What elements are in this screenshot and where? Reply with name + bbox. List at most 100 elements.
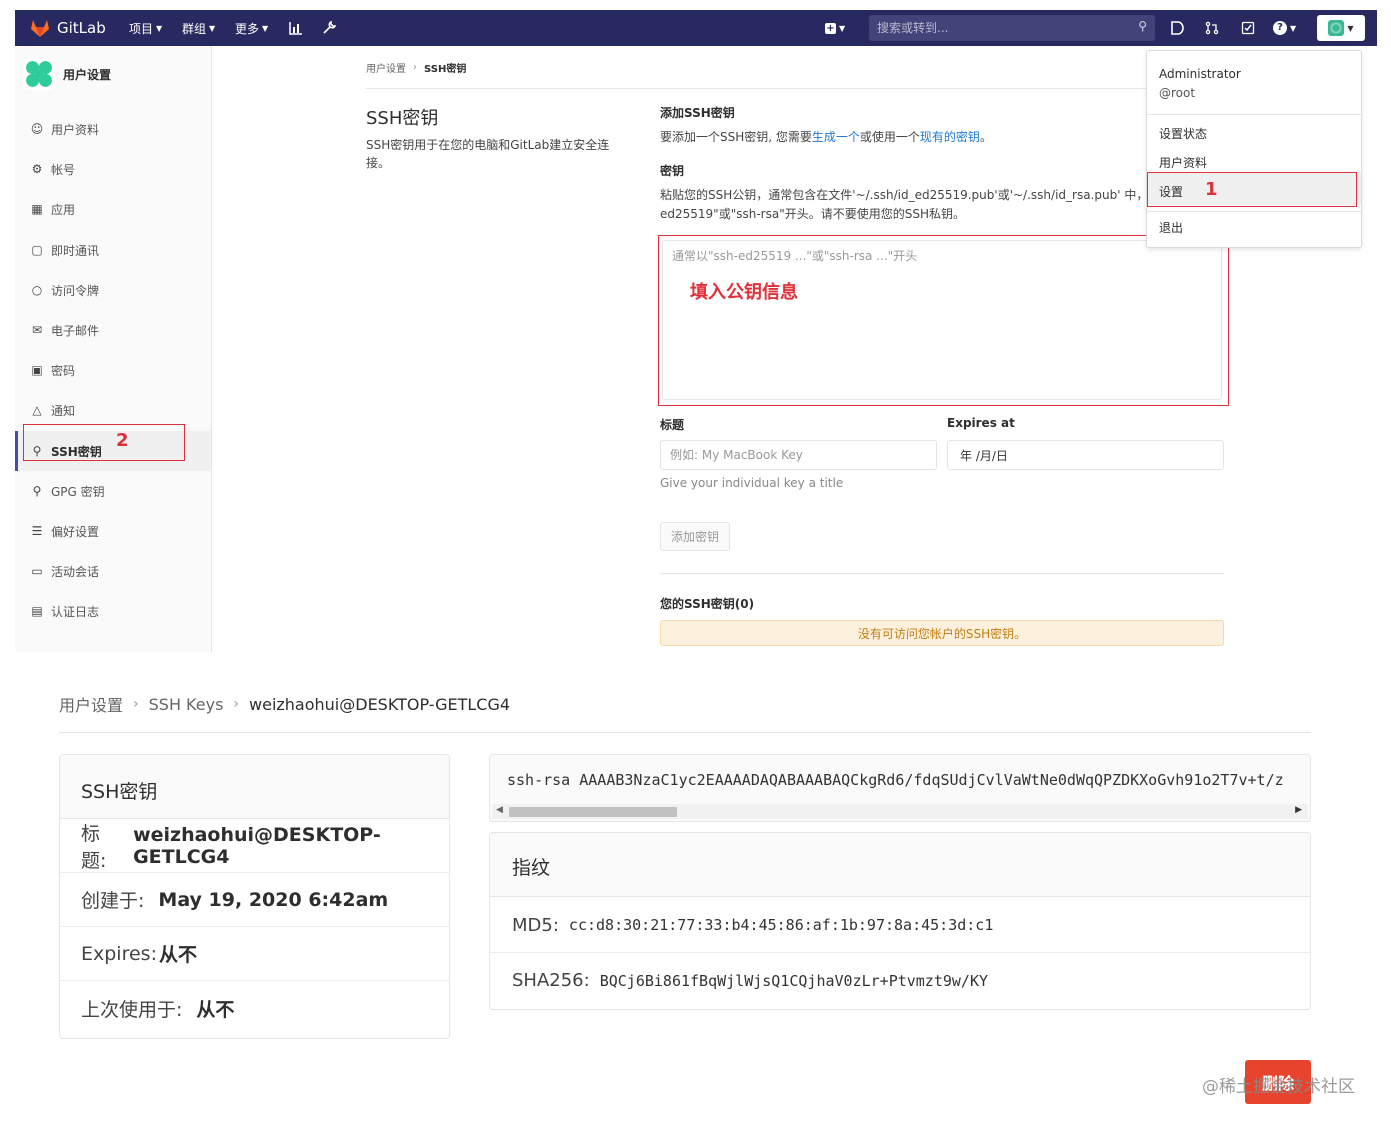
scroll-right-arrow-icon[interactable]: ▶ (1295, 805, 1302, 815)
md5-row: MD5: cc:d8:30:21:77:33:b4:45:86:af:1b:97:… (490, 898, 1310, 953)
expires-date-input[interactable]: 年 /月/日 (947, 440, 1224, 470)
horizontal-scrollbar[interactable]: ◀ ▶ (492, 804, 1308, 819)
sidebar-item-profile[interactable]: ☺ 用户资料 (15, 109, 211, 149)
title-help-text: Give your individual key a title (660, 476, 844, 490)
generate-key-link[interactable]: 生成一个 (812, 130, 860, 144)
breadcrumb-current[interactable]: SSH密钥 (424, 60, 466, 75)
sidebar-item-password[interactable]: ▣ 密码 (15, 350, 211, 390)
key-title-input[interactable] (660, 440, 937, 470)
chevron-right-icon: › (133, 696, 139, 712)
row-label: 标题: (81, 822, 107, 872)
key-icon: ⚲ (32, 484, 42, 498)
nav-groups-label: 群组 (182, 21, 207, 36)
sidebar-header[interactable]: 用户设置 (23, 54, 111, 94)
sidebar-item-tokens[interactable]: ○ 访问令牌 (15, 270, 211, 310)
annotation-box (1147, 172, 1357, 207)
todos-icon[interactable] (1241, 10, 1255, 46)
nav-projects-menu[interactable]: 项目 ▼ (129, 10, 162, 46)
dropdown-item-profile[interactable]: 用户资料 (1159, 154, 1207, 171)
breadcrumb-current[interactable]: weizhaohui@DESKTOP-GETLCG4 (249, 695, 510, 714)
annotation-number: 2 (116, 430, 129, 451)
row-label: SHA256: (512, 970, 590, 991)
sidebar-item-gpg-keys[interactable]: ⚲ GPG 密钥 (15, 471, 211, 511)
key-created-row: 创建于: May 19, 2020 6:42am (60, 873, 449, 927)
chevron-right-icon: › (413, 62, 417, 73)
log-icon: ▤ (31, 604, 43, 618)
existing-key-link[interactable]: 现有的密钥 (920, 130, 980, 144)
watermark: @稀土掘金技术社区 (1202, 1077, 1355, 1097)
public-key-box: ssh-rsa AAAAB3NzaC1yc2EAAAADAQABAAABAQCk… (489, 754, 1311, 822)
bell-icon: △ (32, 403, 42, 417)
breadcrumb-link[interactable]: SSH Keys (149, 695, 224, 714)
mail-icon: ✉ (31, 323, 43, 337)
help-icon: ? (1273, 21, 1287, 35)
sidebar-item-emails[interactable]: ✉ 电子邮件 (15, 310, 211, 350)
new-item-menu[interactable]: + ▼ (825, 10, 845, 46)
key-title-row: 标题: weizhaohui@DESKTOP-GETLCG4 (60, 819, 449, 873)
breadcrumb-link[interactable]: 用户设置 (59, 692, 123, 716)
add-key-button[interactable]: 添加密钥 (660, 522, 730, 551)
add-desc-text: 或使用一个 (859, 130, 920, 144)
key-field-label: 密钥 (660, 164, 685, 178)
breadcrumb-link[interactable]: 用户设置 (366, 60, 406, 75)
sidebar-title: 用户设置 (63, 67, 112, 82)
row-label: MD5: (512, 914, 559, 936)
issues-icon[interactable] (1170, 10, 1184, 46)
sidebar-item-label: 偏好设置 (51, 524, 100, 539)
dropdown-item-sign-out[interactable]: 退出 (1159, 219, 1183, 236)
activity-chart-icon[interactable] (289, 10, 303, 46)
sidebar-item-chat[interactable]: ▢ 即时通讯 (15, 230, 211, 270)
chevron-down-icon: ▼ (209, 23, 216, 33)
public-key-text[interactable]: ssh-rsa AAAAB3NzaC1yc2EAAAADAQABAAABAQCk… (507, 771, 1284, 789)
search-input[interactable] (877, 19, 1127, 37)
sidebar-item-label: 通知 (51, 403, 76, 418)
sidebar-item-account[interactable]: ⚙ 帐号 (15, 149, 211, 189)
brand-name[interactable]: GitLab (57, 10, 106, 46)
profile-icon: ☺ (30, 122, 44, 136)
plus-square-icon: + (825, 22, 836, 34)
chevron-down-icon: ▼ (1347, 23, 1354, 33)
sidebar-item-auth-log[interactable]: ▤ 认证日志 (15, 591, 211, 631)
nav-projects-label: 项目 (129, 21, 154, 36)
scroll-left-arrow-icon[interactable]: ◀ (496, 805, 503, 815)
sidebar-item-label: 电子邮件 (51, 323, 100, 338)
dropdown-username[interactable]: @root (1159, 86, 1195, 100)
nav-more-menu[interactable]: 更多 ▼ (235, 10, 268, 46)
annotation-number: 1 (1205, 179, 1218, 200)
account-icon: ⚙ (31, 162, 43, 176)
sidebar-item-label: 用户资料 (51, 122, 100, 137)
nav-groups-menu[interactable]: 群组 ▼ (182, 10, 215, 46)
divider (660, 573, 1224, 574)
annotation-box (23, 424, 185, 461)
page-title: SSH密钥 (366, 108, 439, 129)
chevron-down-icon: ▼ (156, 23, 163, 33)
search-icon: ⚲ (1138, 19, 1147, 33)
row-value: 从不 (196, 998, 235, 1021)
help-menu[interactable]: ? ▼ (1273, 10, 1296, 46)
divider (59, 732, 1311, 733)
add-desc-text: 。 (979, 130, 992, 144)
sidebar-item-label: 即时通讯 (51, 243, 100, 258)
admin-wrench-icon[interactable] (322, 10, 336, 46)
breadcrumb: 用户设置 › SSH Keys › weizhaohui@DESKTOP-GET… (59, 692, 510, 716)
sidebar-item-label: 活动会话 (51, 564, 100, 579)
scrollbar-thumb[interactable] (509, 807, 677, 817)
card-header: SSH密钥 (60, 755, 449, 819)
gitlab-logo-icon[interactable] (29, 10, 51, 46)
dropdown-user-name[interactable]: Administrator (1159, 67, 1241, 81)
annotation-box (658, 235, 1229, 406)
dropdown-item-set-status[interactable]: 设置状态 (1159, 125, 1207, 142)
sidebar-item-applications[interactable]: ▦ 应用 (15, 189, 211, 229)
chevron-down-icon: ▼ (1290, 23, 1297, 33)
sidebar-item-active-sessions[interactable]: ▭ 活动会话 (15, 551, 211, 591)
sidebar-item-label: 帐号 (51, 162, 76, 177)
card-header: 指纹 (490, 833, 1310, 897)
chat-icon: ▢ (31, 243, 43, 257)
add-desc-text: 要添加一个SSH密钥, 您需要 (660, 130, 812, 144)
sidebar-item-preferences[interactable]: ☰ 偏好设置 (15, 511, 211, 551)
search-box[interactable]: ⚲ (869, 15, 1155, 41)
avatar (1328, 20, 1345, 36)
merge-request-icon[interactable] (1205, 10, 1219, 46)
row-value: 从不 (158, 944, 197, 966)
user-menu-button[interactable]: ▼ (1317, 15, 1365, 41)
